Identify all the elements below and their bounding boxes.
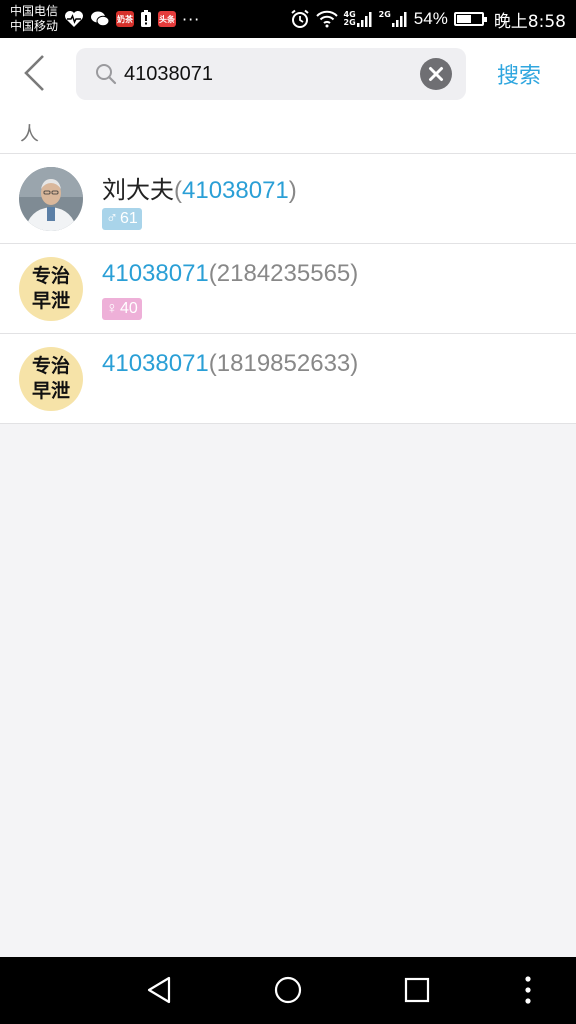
net1-bottom-label: 2G — [343, 18, 356, 27]
result-title: 41038071(2184235565) — [102, 260, 358, 288]
avatar-text-line-2: 早泄 — [31, 290, 70, 312]
avatar: 专治 早泄 — [19, 257, 83, 321]
section-title: 人 — [20, 123, 40, 145]
alarm-icon — [290, 9, 309, 28]
battery-icon — [453, 12, 487, 26]
result-id: 1819852633 — [216, 350, 351, 377]
age-value: 61 — [120, 210, 138, 227]
status-bar: 中国电信 中国移动 奶茶 头条 ··· 4G 2G 2G 54% 晚上8:58 — [0, 0, 576, 38]
result-title: 刘大夫(41038071) — [102, 170, 297, 205]
more-notifications-icon: ··· — [182, 9, 201, 29]
gender-age-badge: ♂ 61 — [102, 208, 142, 230]
paren-open: ( — [174, 177, 182, 204]
result-name-highlight: 41038071 — [102, 260, 209, 287]
search-submit-button[interactable]: 搜索 — [497, 58, 541, 90]
health-heart-icon — [65, 11, 83, 27]
avatar — [19, 167, 83, 231]
square-recent-icon[interactable] — [402, 975, 432, 1005]
avatar-text-line-1: 专治 — [31, 355, 70, 377]
result-name: 刘大夫 — [102, 176, 174, 204]
clock: 晚上8:58 — [493, 11, 566, 32]
close-icon — [429, 67, 443, 81]
signal-2-icon — [391, 12, 407, 27]
search-results-list: 刘大夫(41038071) ♂ 61 专治 早泄 41038071(218423… — [0, 154, 576, 424]
triangle-back-icon[interactable] — [145, 975, 175, 1005]
result-title: 41038071(1819852633) — [102, 350, 358, 378]
circle-home-icon[interactable] — [273, 975, 303, 1005]
search-icon — [96, 64, 117, 85]
paren-open: ( — [208, 350, 217, 377]
gender-age-badge: ♀ 40 — [102, 298, 142, 320]
search-box[interactable] — [76, 48, 466, 100]
paren-close: ) — [350, 260, 359, 287]
network-1: 4G 2G — [344, 11, 373, 27]
wifi-icon — [315, 10, 338, 28]
female-icon: ♀ — [106, 300, 118, 317]
app-icon-1-label: 奶茶 — [117, 14, 133, 24]
system-nav-bar — [0, 957, 576, 1024]
paren-open: ( — [208, 260, 217, 287]
back-button[interactable] — [16, 52, 56, 96]
net2-label: 2G — [378, 10, 391, 19]
carrier-2: 中国移动 — [10, 19, 59, 33]
alert-battery-icon — [141, 10, 151, 27]
list-item[interactable]: 专治 早泄 41038071(2184235565) ♀ 40 — [0, 244, 576, 334]
wechat-icon — [91, 11, 110, 27]
carrier-1: 中国电信 — [10, 4, 59, 18]
section-header-people: 人 — [0, 110, 576, 154]
toutiao-icon: 头条 — [158, 11, 176, 27]
list-item[interactable]: 刘大夫(41038071) ♂ 61 — [0, 154, 576, 244]
carrier-names: 中国电信 中国移动 — [10, 4, 58, 34]
clear-search-button[interactable] — [420, 58, 452, 90]
result-id: 2184235565 — [216, 260, 351, 287]
dots-more-icon[interactable] — [518, 975, 538, 1005]
network-2: 2G — [379, 11, 408, 27]
notification-icons: 奶茶 头条 ··· — [64, 9, 200, 29]
app-notification-icon: 奶茶 — [116, 11, 134, 27]
list-item[interactable]: 专治 早泄 41038071(1819852633) — [0, 334, 576, 424]
avatar-text-line-1: 专治 — [31, 265, 70, 287]
result-name-highlight: 41038071 — [102, 350, 209, 377]
age-value: 40 — [120, 300, 138, 317]
chevron-left-icon — [24, 55, 44, 91]
signal-1-icon — [356, 12, 372, 27]
doctor-photo — [19, 167, 83, 231]
avatar: 专治 早泄 — [19, 347, 83, 411]
result-id-highlight: 41038071 — [182, 177, 289, 204]
avatar-text-line-2: 早泄 — [31, 380, 70, 402]
male-icon: ♂ — [106, 210, 118, 227]
paren-close: ) — [288, 177, 297, 204]
battery-percent: 54% — [413, 9, 448, 28]
paren-close: ) — [350, 350, 359, 377]
status-right: 4G 2G 2G 54% 晚上8:58 — [290, 7, 566, 32]
search-input[interactable] — [124, 48, 414, 100]
app-icon-2-label: 头条 — [159, 14, 175, 24]
search-header: 搜索 — [0, 38, 576, 110]
